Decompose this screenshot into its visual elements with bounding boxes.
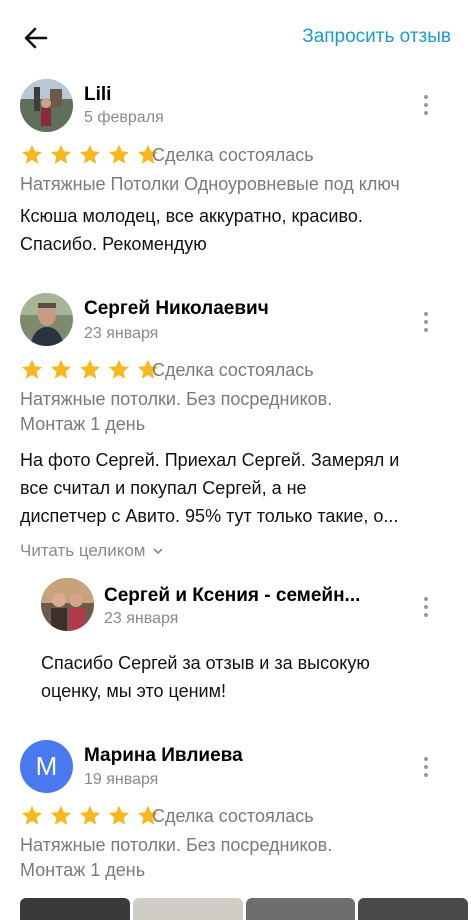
deal-status: Сделка состоялась <box>152 360 314 380</box>
deal-status: Сделка состоялась <box>152 806 314 826</box>
review-author[interactable]: Lili <box>84 84 111 106</box>
back-button[interactable] <box>22 24 50 52</box>
star-icon <box>22 805 42 825</box>
review-photo[interactable] <box>132 898 243 920</box>
review-author[interactable]: Сергей Николаевич <box>84 298 269 320</box>
avatar[interactable] <box>20 293 73 346</box>
service-name: Натяжные Потолки Одноуровневые под ключ <box>20 174 400 194</box>
review-author[interactable]: Марина Ивлиева <box>84 745 243 767</box>
reply-avatar[interactable] <box>41 578 94 631</box>
review-photo[interactable] <box>245 898 356 920</box>
more-options-button[interactable] <box>418 594 434 620</box>
star-icon <box>80 144 100 164</box>
avatar[interactable] <box>20 79 73 132</box>
service-name: Натяжные потолки. Без посредников. Монта… <box>20 835 333 880</box>
rating-stars <box>20 358 165 382</box>
review-date: 5 февраля <box>84 109 164 126</box>
service-name: Натяжные потолки. Без посредников. Монта… <box>20 389 333 434</box>
star-icon <box>22 144 42 164</box>
arrow-left-icon <box>24 27 48 49</box>
more-options-button[interactable] <box>418 309 434 335</box>
review-photo[interactable] <box>358 898 468 920</box>
star-icon <box>109 144 129 164</box>
review-text: На фото Сергей. Приехал Сергей. Замерял … <box>20 450 400 526</box>
review-photo[interactable] <box>20 898 130 920</box>
top-bar: Запросить отзыв <box>0 0 471 76</box>
more-options-button[interactable] <box>418 754 434 780</box>
star-icon <box>109 359 129 379</box>
review-text: Ксюша молодец, все аккуратно, красиво. С… <box>20 206 363 254</box>
read-more-button[interactable]: Читать целиком <box>20 541 164 561</box>
star-icon <box>80 805 100 825</box>
request-review-button[interactable]: Запросить отзыв <box>302 26 451 48</box>
more-options-button[interactable] <box>418 92 434 118</box>
review-photos <box>20 898 471 920</box>
star-icon <box>22 359 42 379</box>
review-date: 23 января <box>84 325 159 342</box>
deal-status: Сделка состоялась <box>152 145 314 165</box>
star-icon <box>109 805 129 825</box>
star-icon <box>51 144 71 164</box>
avatar[interactable]: М <box>20 740 73 793</box>
chevron-down-icon <box>153 548 163 555</box>
star-icon <box>51 805 71 825</box>
reply-author[interactable]: Сергей и Ксения - семейн... <box>104 585 404 607</box>
reply-date: 23 января <box>104 610 179 627</box>
rating-stars <box>20 804 165 828</box>
reply-text: Спасибо Сергей за отзыв и за высокую оце… <box>41 653 370 701</box>
star-icon <box>51 359 71 379</box>
review-date: 19 января <box>84 771 159 788</box>
rating-stars <box>20 143 165 167</box>
star-icon <box>80 359 100 379</box>
